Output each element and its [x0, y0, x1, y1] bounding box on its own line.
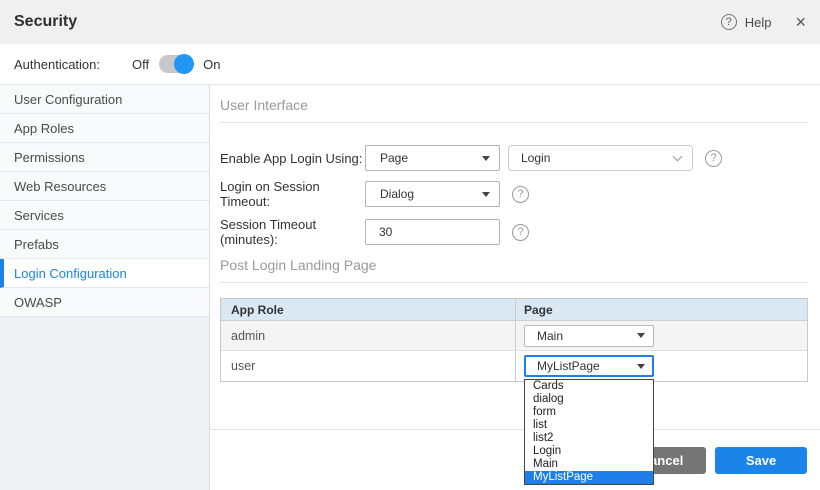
table-row-user: user MyListPage Cards dialog form — [221, 351, 807, 381]
session-timeout-type-row: Login on Session Timeout: Dialog ? — [220, 181, 808, 207]
section-divider — [220, 282, 808, 283]
toggle-on-label: On — [203, 57, 220, 72]
sidebar-item-web-resources[interactable]: Web Resources — [0, 172, 209, 201]
help-icon: ? — [721, 14, 737, 30]
session-timeout-minutes-row: Session Timeout (minutes): ? — [220, 219, 808, 245]
enable-app-login-row: Enable App Login Using: Page Login ? — [220, 145, 808, 171]
login-page-select[interactable]: Login — [508, 145, 693, 171]
session-timeout-minutes-label: Session Timeout (minutes): — [220, 217, 365, 247]
toggle-knob — [174, 54, 194, 74]
caret-down-icon — [482, 192, 490, 197]
authentication-row: Authentication: Off On — [0, 44, 820, 85]
user-page-select[interactable]: MyListPage — [524, 355, 654, 377]
option-main[interactable]: Main — [525, 458, 653, 471]
option-dialog[interactable]: dialog — [525, 393, 653, 406]
toggle-off-label: Off — [132, 57, 149, 72]
option-login[interactable]: Login — [525, 445, 653, 458]
sidebar-item-permissions[interactable]: Permissions — [0, 143, 209, 172]
help-icon[interactable]: ? — [512, 224, 529, 241]
login-type-value: Page — [380, 151, 408, 165]
login-type-select[interactable]: Page — [365, 145, 500, 171]
sidebar-item-owasp[interactable]: OWASP — [0, 288, 209, 317]
session-timeout-type-value: Dialog — [380, 187, 414, 201]
admin-page-select[interactable]: Main — [524, 325, 654, 347]
help-icon[interactable]: ? — [512, 186, 529, 203]
column-header-page: Page — [516, 299, 807, 320]
sidebar-item-app-roles[interactable]: App Roles — [0, 114, 209, 143]
section-title-user-interface: User Interface — [220, 97, 808, 113]
page-options-dropdown: Cards dialog form list list2 Login Main … — [524, 379, 654, 485]
caret-down-icon — [482, 156, 490, 161]
caret-down-icon — [637, 364, 645, 369]
sidebar-item-services[interactable]: Services — [0, 201, 209, 230]
help-icon[interactable]: ? — [705, 150, 722, 167]
login-page-value: Login — [521, 151, 550, 165]
security-dialog: Security ? Help × Authentication: Off On… — [0, 0, 820, 490]
option-form[interactable]: form — [525, 406, 653, 419]
session-timeout-input[interactable] — [365, 219, 500, 245]
user-page-value: MyListPage — [537, 359, 600, 373]
page-title: Security — [14, 13, 721, 31]
section-title-post-login: Post Login Landing Page — [220, 257, 808, 273]
help-button[interactable]: ? Help — [721, 14, 772, 30]
enable-app-login-label: Enable App Login Using: — [220, 151, 365, 166]
session-timeout-type-select[interactable]: Dialog — [365, 181, 500, 207]
sidebar-item-login-configuration[interactable]: Login Configuration — [0, 259, 209, 288]
main-panel: User Interface Enable App Login Using: P… — [210, 85, 820, 490]
table-row-admin: admin Main — [221, 321, 807, 351]
caret-down-icon — [637, 333, 645, 338]
authentication-label: Authentication: — [14, 57, 100, 72]
option-mylistpage[interactable]: MyListPage — [525, 471, 653, 484]
post-login-table: App Role Page admin Main user — [220, 298, 808, 382]
app-role-cell: user — [221, 351, 516, 381]
column-header-app-role: App Role — [221, 299, 516, 320]
footer-actions: Cancel Save — [210, 429, 820, 490]
option-list[interactable]: list — [525, 419, 653, 432]
close-icon[interactable]: × — [795, 13, 806, 31]
dialog-header: Security ? Help × — [0, 0, 820, 44]
option-list2[interactable]: list2 — [525, 432, 653, 445]
sidebar: User Configuration App Roles Permissions… — [0, 85, 210, 490]
section-divider — [220, 122, 808, 123]
session-timeout-type-label: Login on Session Timeout: — [220, 179, 365, 209]
sidebar-item-user-configuration[interactable]: User Configuration — [0, 85, 209, 114]
sidebar-item-prefabs[interactable]: Prefabs — [0, 230, 209, 259]
authentication-toggle[interactable] — [159, 55, 193, 73]
table-header-row: App Role Page — [221, 299, 807, 321]
save-button[interactable]: Save — [715, 447, 807, 474]
admin-page-value: Main — [537, 329, 563, 343]
app-role-cell: admin — [221, 321, 516, 350]
chevron-down-icon — [673, 152, 683, 162]
option-cards[interactable]: Cards — [525, 380, 653, 393]
help-label: Help — [745, 15, 772, 30]
